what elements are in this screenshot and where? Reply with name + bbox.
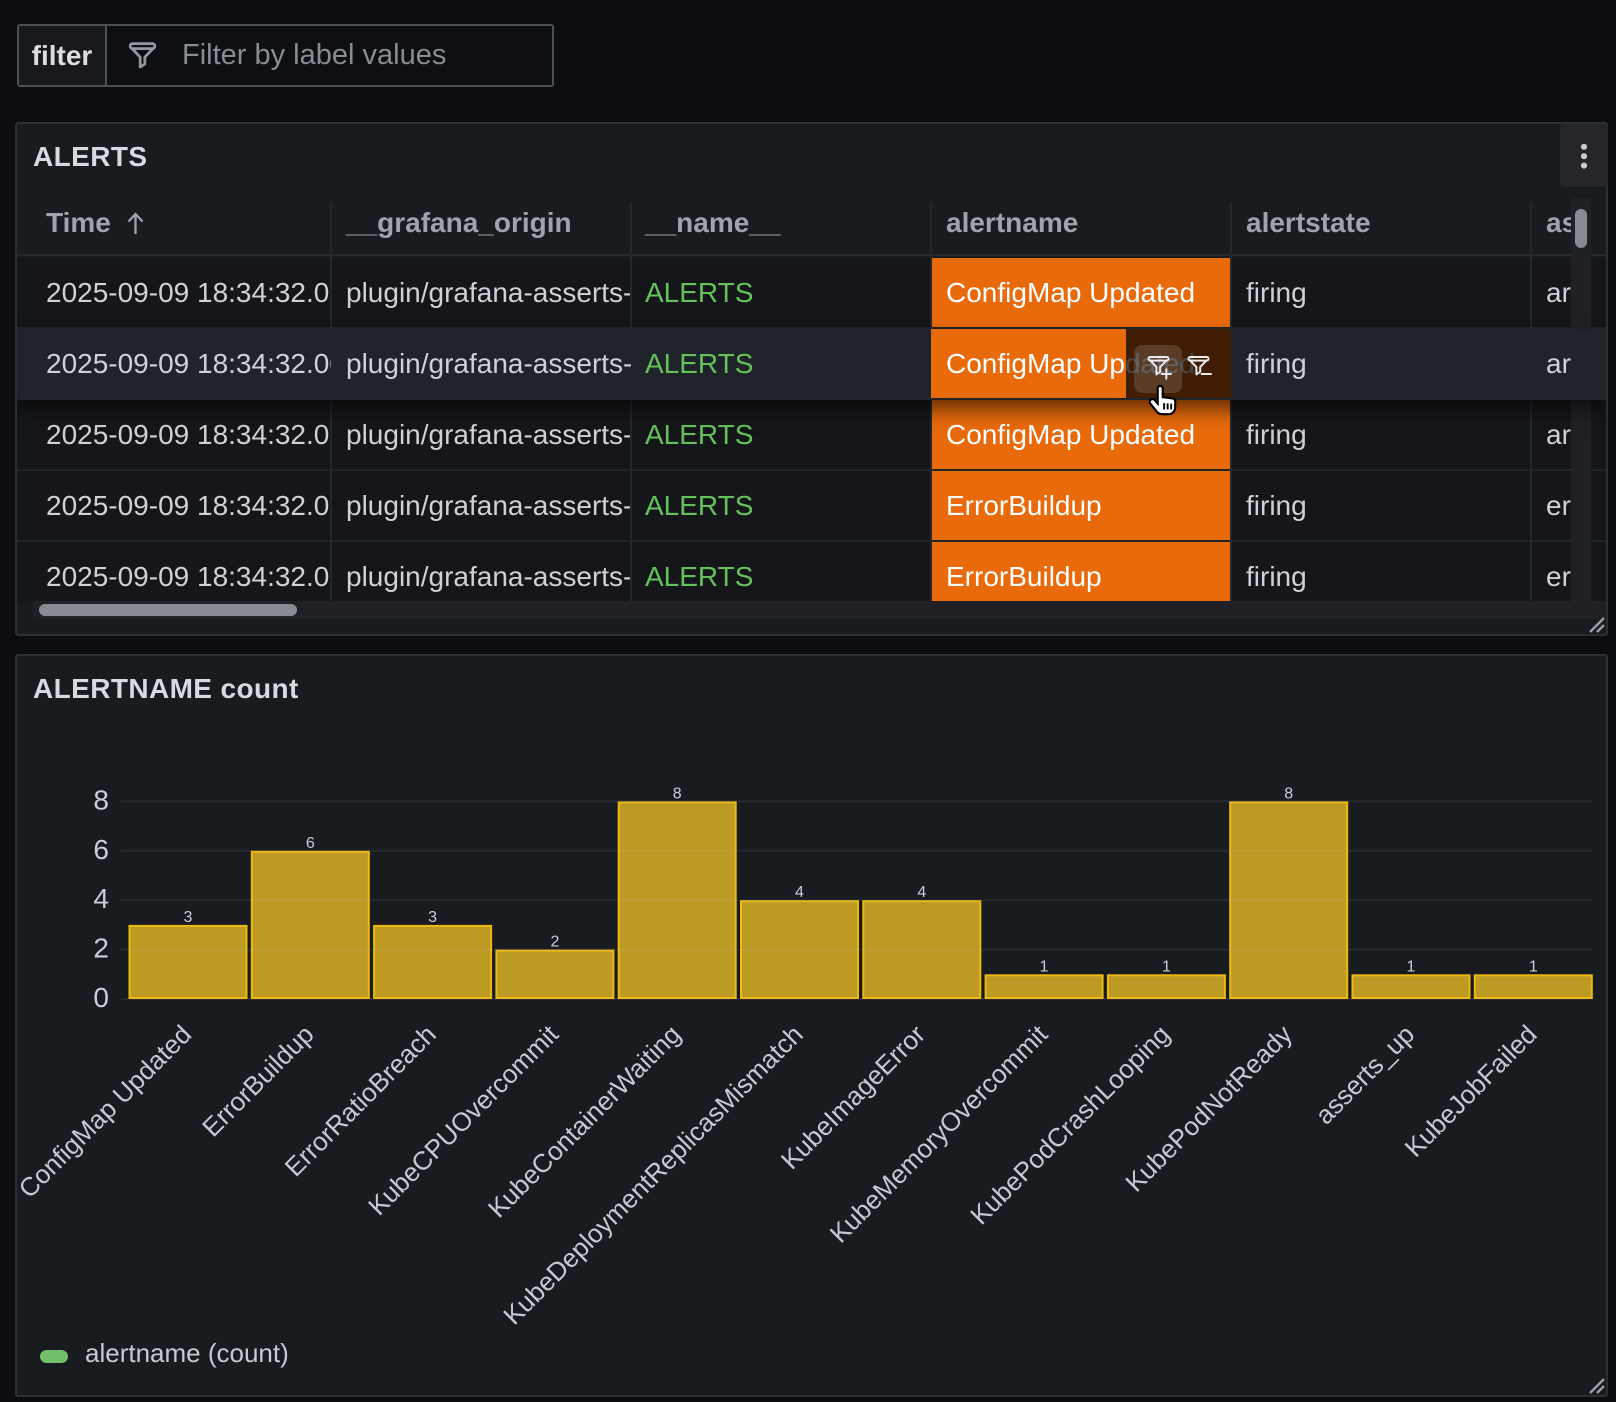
svg-text:6: 6 <box>306 835 315 852</box>
svg-text:asserts_up: asserts_up <box>1309 1019 1420 1130</box>
svg-text:KubePodCrashLooping: KubePodCrashLooping <box>964 1019 1175 1230</box>
svg-text:2: 2 <box>93 933 109 964</box>
svg-text:KubeJobFailed: KubeJobFailed <box>1399 1019 1543 1163</box>
svg-text:0: 0 <box>93 982 109 1013</box>
svg-text:8: 8 <box>93 784 109 815</box>
svg-text:KubeMemoryOvercommit: KubeMemoryOvercommit <box>824 1018 1054 1248</box>
svg-text:8: 8 <box>673 785 682 802</box>
svg-text:1: 1 <box>1407 958 1416 975</box>
svg-text:4: 4 <box>93 883 109 914</box>
svg-text:6: 6 <box>93 834 109 865</box>
svg-text:ErrorBuildup: ErrorBuildup <box>196 1019 319 1142</box>
svg-text:1: 1 <box>1162 958 1171 975</box>
svg-text:1: 1 <box>1529 958 1538 975</box>
svg-text:3: 3 <box>428 909 437 926</box>
svg-text:4: 4 <box>795 884 804 901</box>
svg-text:2: 2 <box>550 934 559 951</box>
svg-text:1: 1 <box>1040 958 1049 975</box>
svg-text:3: 3 <box>184 909 193 926</box>
svg-text:4: 4 <box>917 884 926 901</box>
svg-text:ConfigMap Updated: ConfigMap Updated <box>17 1019 197 1204</box>
svg-text:8: 8 <box>1284 785 1293 802</box>
